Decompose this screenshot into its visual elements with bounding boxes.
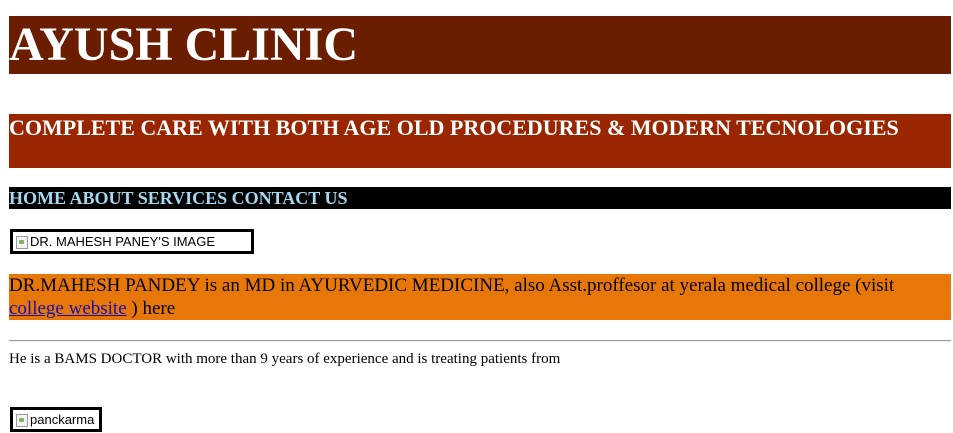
broken-image-icon (15, 413, 29, 427)
main-nav: HOME ABOUT SERVICES CONTACT US (9, 187, 951, 209)
page: AYUSH CLINIC COMPLETE CARE WITH BOTH AGE… (0, 0, 953, 433)
nav-contact-us-link[interactable]: CONTACT US (232, 188, 348, 208)
about-text: DR.MAHESH PANDEY is an MD in AYURVEDIC M… (9, 275, 895, 296)
broken-image-icon (15, 235, 29, 249)
site-title: AYUSH CLINIC (9, 16, 951, 74)
nav-about-link[interactable]: ABOUT (70, 188, 134, 208)
about-doctor-block: DR.MAHESH PANDEY is an MD in AYURVEDIC M… (9, 274, 951, 320)
doctor-image: DR. MAHESH PANEY'S IMAGE (10, 229, 254, 254)
panchkarma-image-alt-text: panckarma (30, 411, 95, 427)
horizontal-divider (9, 340, 951, 342)
college-website-link[interactable]: college website (9, 298, 127, 319)
experience-text: He is a BAMS DOCTOR with more than 9 yea… (9, 351, 561, 367)
doctor-image-alt-text: DR. MAHESH PANEY'S IMAGE (30, 233, 215, 249)
panchkarma-image: panckarma (10, 407, 102, 432)
nav-services-link[interactable]: SERVICES (138, 188, 227, 208)
nav-home-link[interactable]: HOME (9, 188, 66, 208)
about-text-suffix: ) here (126, 298, 176, 319)
site-tagline: COMPLETE CARE WITH BOTH AGE OLD PROCEDUR… (9, 114, 951, 168)
